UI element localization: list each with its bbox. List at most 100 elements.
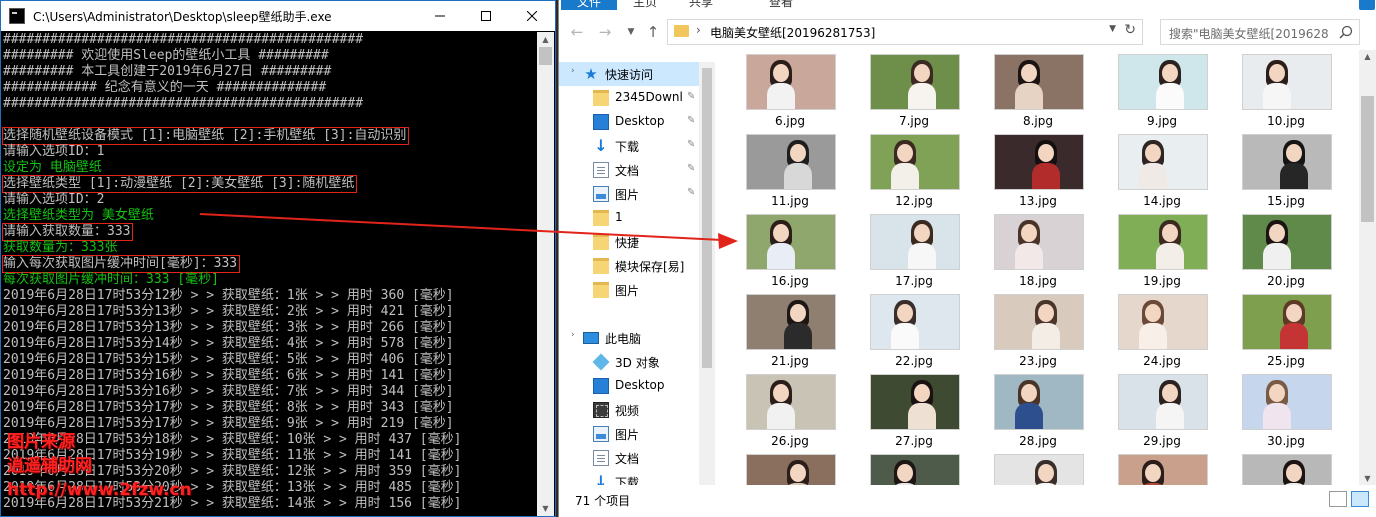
thumbnail-figure bbox=[773, 384, 789, 402]
sidebar-item[interactable]: 图片 bbox=[559, 278, 705, 302]
file-item[interactable]: 25.jpg bbox=[1231, 292, 1341, 372]
file-item[interactable]: 29.jpg bbox=[1107, 372, 1217, 452]
sidebar-item[interactable]: › 此电脑 bbox=[559, 326, 705, 350]
tab-home[interactable]: 主页 bbox=[627, 0, 663, 10]
scroll-thumb[interactable] bbox=[1361, 96, 1374, 222]
sidebar-item[interactable]: Desktop ✎ bbox=[559, 110, 705, 134]
sidebar-item[interactable]: 视频 bbox=[559, 398, 705, 422]
scroll-down-icon[interactable]: ▼ bbox=[1359, 474, 1376, 483]
tab-view[interactable]: 查看 bbox=[763, 0, 799, 10]
file-item[interactable] bbox=[735, 452, 845, 485]
file-item[interactable]: 11.jpg bbox=[735, 132, 845, 212]
thumbnail-image bbox=[746, 374, 836, 430]
sidebar-item[interactable]: 快捷 bbox=[559, 230, 705, 254]
address-bar[interactable]: › 电脑美女壁纸[20196281753] ▼ ↻ bbox=[667, 19, 1143, 45]
sidebar-item[interactable]: ↓ 下载 ✎ bbox=[559, 134, 705, 158]
console-line: 2019年6月28日17时53分14秒 > > 获取壁纸：4张 > > 用时 5… bbox=[3, 336, 454, 351]
file-item[interactable]: 23.jpg bbox=[983, 292, 1093, 372]
console-scrollbar[interactable]: ▲ ▼ bbox=[537, 32, 554, 516]
sidebar-item[interactable]: 2345Downloads ✎ bbox=[559, 86, 705, 110]
breadcrumb-separator-icon[interactable]: › bbox=[696, 23, 701, 37]
file-item[interactable] bbox=[859, 452, 969, 485]
file-item[interactable]: 9.jpg bbox=[1107, 52, 1217, 132]
thumbnail-image bbox=[1242, 54, 1332, 110]
sidebar-item[interactable]: 文档 bbox=[559, 446, 705, 470]
thumbnail-image bbox=[1118, 294, 1208, 350]
refresh-icon[interactable]: ↻ bbox=[1124, 22, 1136, 38]
thumbnail-image bbox=[870, 294, 960, 350]
chevron-right-icon[interactable]: › bbox=[571, 330, 575, 340]
breadcrumb[interactable]: 电脑美女壁纸[20196281753] bbox=[710, 24, 875, 41]
close-button[interactable] bbox=[509, 1, 555, 31]
sidebar-item[interactable]: 图片 bbox=[559, 422, 705, 446]
file-item[interactable]: 8.jpg bbox=[983, 52, 1093, 132]
file-item[interactable]: 24.jpg bbox=[1107, 292, 1217, 372]
watermark: 图片来源 逍遥辅助网 http://www.2fzw.cn bbox=[7, 430, 192, 502]
sidebar-item[interactable]: 3D 对象 bbox=[559, 350, 705, 374]
file-item[interactable]: 26.jpg bbox=[735, 372, 845, 452]
tab-share[interactable]: 共享 bbox=[683, 0, 719, 10]
item-count: 71 个项目 bbox=[575, 494, 631, 508]
details-view-icon[interactable] bbox=[1329, 491, 1347, 507]
back-icon[interactable]: ← bbox=[567, 22, 587, 42]
file-list-scrollbar[interactable]: ▲ ▼ bbox=[1359, 50, 1376, 485]
minimize-icon bbox=[435, 15, 445, 17]
file-item[interactable]: 14.jpg bbox=[1107, 132, 1217, 212]
file-item[interactable]: 27.jpg bbox=[859, 372, 969, 452]
console-titlebar[interactable]: C:\Users\Administrator\Desktop\sleep壁纸助手… bbox=[1, 1, 555, 31]
file-item[interactable]: 20.jpg bbox=[1231, 212, 1341, 292]
file-item[interactable]: 17.jpg bbox=[859, 212, 969, 292]
thumbnail-figure bbox=[1038, 144, 1054, 162]
file-item[interactable] bbox=[983, 452, 1093, 485]
tab-file[interactable]: 文件 bbox=[561, 0, 617, 10]
sidebar-item[interactable]: 文档 ✎ bbox=[559, 158, 705, 182]
thumbnail-figure bbox=[891, 163, 919, 189]
file-item[interactable]: 12.jpg bbox=[859, 132, 969, 212]
sidebar-item[interactable]: Desktop bbox=[559, 374, 705, 398]
file-item[interactable]: 22.jpg bbox=[859, 292, 969, 372]
scroll-down-icon[interactable]: ▼ bbox=[537, 501, 554, 516]
navigation-scrollbar[interactable] bbox=[699, 62, 715, 485]
file-item[interactable]: 16.jpg bbox=[735, 212, 845, 292]
large-icons-view-icon[interactable] bbox=[1351, 491, 1369, 507]
file-name: 23.jpg bbox=[1019, 354, 1057, 368]
file-item[interactable]: 19.jpg bbox=[1107, 212, 1217, 292]
file-item[interactable]: 6.jpg bbox=[735, 52, 845, 132]
chevron-down-icon[interactable]: ▼ bbox=[621, 22, 641, 42]
chevron-down-icon[interactable]: ▼ bbox=[1109, 24, 1116, 34]
scroll-up-icon[interactable]: ▲ bbox=[1359, 52, 1376, 61]
thumbnail-image bbox=[870, 134, 960, 190]
console-prompt-line: 输入每次获取图片缓冲时间[毫秒]：333 bbox=[1, 255, 241, 273]
minimize-button[interactable] bbox=[417, 1, 463, 31]
search-icon[interactable] bbox=[1339, 25, 1353, 39]
sidebar-item[interactable]: ↓ 下载 bbox=[559, 470, 705, 486]
sidebar-item[interactable]: 1 bbox=[559, 206, 705, 230]
chevron-right-icon[interactable]: › bbox=[571, 66, 575, 76]
file-item[interactable]: 10.jpg bbox=[1231, 52, 1341, 132]
forward-icon[interactable]: → bbox=[595, 22, 615, 42]
file-item[interactable] bbox=[1107, 452, 1217, 485]
search-input[interactable]: 搜索"电脑美女壁纸[20196281753]" bbox=[1160, 19, 1360, 45]
file-item[interactable]: 13.jpg bbox=[983, 132, 1093, 212]
file-item[interactable]: 18.jpg bbox=[983, 212, 1093, 292]
help-icon[interactable] bbox=[1359, 0, 1375, 10]
file-item[interactable]: 28.jpg bbox=[983, 372, 1093, 452]
file-item[interactable] bbox=[1231, 452, 1341, 485]
up-icon[interactable]: ↑ bbox=[643, 22, 663, 42]
thumbnail-figure bbox=[1156, 243, 1184, 269]
file-name: 14.jpg bbox=[1143, 194, 1181, 208]
file-item[interactable]: 21.jpg bbox=[735, 292, 845, 372]
file-item[interactable]: 30.jpg bbox=[1231, 372, 1341, 452]
file-item[interactable]: 7.jpg bbox=[859, 52, 969, 132]
sidebar-item-label: 视频 bbox=[615, 404, 640, 418]
sidebar-item[interactable]: 图片 ✎ bbox=[559, 182, 705, 206]
file-name: 20.jpg bbox=[1267, 274, 1305, 288]
maximize-button[interactable] bbox=[463, 1, 509, 31]
sidebar-item[interactable]: › ★ 快速访问 bbox=[559, 62, 705, 86]
file-item[interactable]: 15.jpg bbox=[1231, 132, 1341, 212]
picture-icon bbox=[593, 426, 609, 442]
sidebar-item[interactable]: 模块保存[易] bbox=[559, 254, 705, 278]
scroll-thumb[interactable] bbox=[702, 68, 712, 368]
scroll-up-icon[interactable]: ▲ bbox=[537, 32, 554, 47]
scroll-thumb[interactable] bbox=[539, 47, 552, 65]
